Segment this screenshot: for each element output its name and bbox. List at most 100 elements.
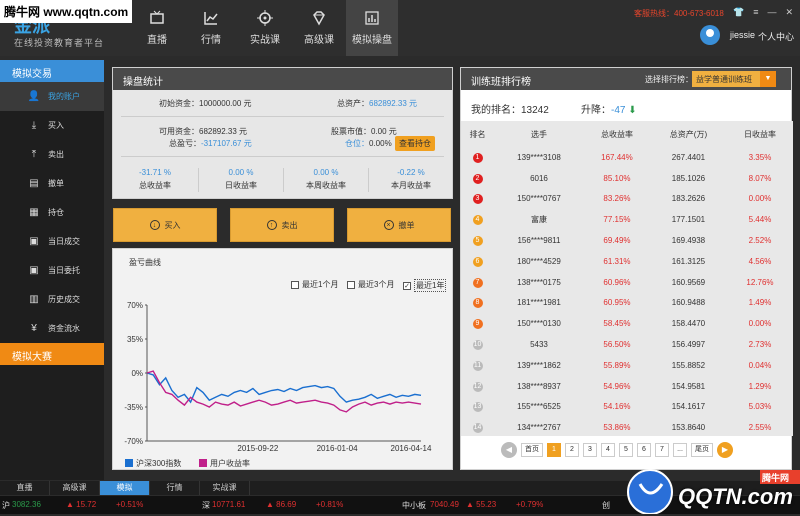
sidebar-section-trading[interactable]: 模拟交易 (0, 60, 104, 82)
chevron-down-icon[interactable]: ▼ (760, 71, 776, 87)
player-name[interactable]: 138****8937 (517, 382, 561, 391)
tab-simulation[interactable]: 模拟 (100, 481, 150, 495)
stats-panel: 操盘统计 初始资金：1000000.00 元 总资产：682892.33 元 可… (112, 67, 453, 199)
ticker-sh-label: 沪 (2, 501, 10, 510)
view-holdings-button[interactable]: 查看持仓 (395, 136, 435, 151)
col-rank[interactable]: 排名 (461, 121, 494, 147)
player-name[interactable]: 155****6525 (517, 402, 561, 411)
checkbox[interactable] (347, 280, 355, 289)
option-1-year[interactable]: ✓ 最近1年 (403, 279, 447, 292)
minimize-icon[interactable]: — (767, 7, 776, 18)
table-row[interactable]: 13 155****6525 54.16% 154.1617 5.03% (461, 397, 793, 418)
page-1[interactable]: 1 (547, 443, 561, 457)
sidebar-item-holdings[interactable]: ▦ 持仓 (0, 198, 104, 227)
sidebar-item-sell[interactable]: ⤒ 卖出 (0, 140, 104, 169)
watermark: 腾牛网 www.qqtn.com (0, 0, 133, 23)
nav-practice[interactable]: 实战课 (238, 0, 292, 56)
avatar[interactable] (700, 25, 720, 45)
nav-market[interactable]: 行情 (184, 0, 238, 56)
table-row[interactable]: 14 134****2767 53.86% 153.8640 2.55% (461, 417, 793, 438)
sidebar-item-cancel[interactable]: ▤ 撤单 (0, 169, 104, 198)
checkbox[interactable] (291, 280, 299, 289)
player-name[interactable]: 6016 (530, 174, 548, 183)
table-row[interactable]: 9 150****0130 58.45% 158.4470 0.00% (461, 313, 793, 334)
player-name[interactable]: 150****0767 (517, 194, 561, 203)
user-center-link[interactable]: 个人中心 (758, 30, 794, 43)
table-row[interactable]: 2 6016 85.10% 185.1026 8.07% (461, 168, 793, 189)
sidebar-item-buy[interactable]: ⤓ 买入 (0, 111, 104, 140)
buy-button[interactable]: ↓ 买入 (113, 208, 217, 242)
watermark-text: QQTN.com (678, 484, 793, 509)
page-2[interactable]: 2 (565, 443, 579, 457)
table-row[interactable]: 4 富康 77.15% 177.1501 5.44% (461, 209, 793, 230)
table-row[interactable]: 3 150****0767 83.26% 183.2626 0.00% (461, 189, 793, 210)
username[interactable]: jiessie (730, 30, 755, 40)
sidebar-item-label: 持仓 (48, 208, 64, 217)
sidebar-item-account[interactable]: 👤 我的账户 (0, 82, 104, 111)
option-3-months[interactable]: 最近3个月 (347, 279, 394, 290)
nav-simulation[interactable]: 模拟操盘 (346, 0, 398, 56)
prev-page-icon[interactable]: ◀ (501, 442, 517, 458)
option-1-month[interactable]: 最近1个月 (291, 279, 338, 290)
sidebar-item-history[interactable]: ▥ 历史成交 (0, 285, 104, 314)
total-pnl: 总盈亏：-317107.67 元 (169, 139, 252, 148)
sidebar-item-today-orders[interactable]: ▣ 当日委托 (0, 256, 104, 285)
page-6[interactable]: 6 (637, 443, 651, 457)
player-name[interactable]: 5433 (530, 340, 548, 349)
checkbox[interactable]: ✓ (403, 281, 411, 290)
sell-button[interactable]: ↑ 卖出 (230, 208, 334, 242)
cancel-label: 撤单 (398, 220, 415, 230)
player-name[interactable]: 180****4529 (517, 257, 561, 266)
page-last[interactable]: 尾页 (691, 443, 713, 457)
table-row[interactable]: 5 156****9811 69.49% 169.4938 2.52% (461, 230, 793, 251)
page-first[interactable]: 首页 (521, 443, 543, 457)
table-cell: 3 (461, 189, 494, 210)
total-return: 69.49% (603, 236, 631, 246)
table-row[interactable]: 12 138****8937 54.96% 154.9581 1.29% (461, 376, 793, 397)
col-total-return[interactable]: 总收益率 (584, 121, 650, 147)
shirt-icon[interactable]: 👕 (733, 7, 744, 18)
menu-icon[interactable]: ≡ (753, 7, 758, 18)
col-total-assets[interactable]: 总资产(万) (650, 121, 727, 147)
col-player[interactable]: 选手 (494, 121, 584, 147)
page-7[interactable]: 7 (655, 443, 669, 457)
table-cell: 4 (461, 209, 494, 230)
sidebar-item-today-deals[interactable]: ▣ 当日成交 (0, 227, 104, 256)
table-row[interactable]: 8 181****1981 60.95% 160.9488 1.49% (461, 293, 793, 314)
page-5[interactable]: 5 (619, 443, 633, 457)
player-name[interactable]: 富康 (531, 215, 547, 224)
cancel-order-button[interactable]: × 撤单 (347, 208, 451, 242)
tab-practice[interactable]: 实战课 (200, 481, 250, 495)
total-return: 56.50% (603, 340, 631, 350)
table-row[interactable]: 7 138****0175 60.96% 160.9569 12.76% (461, 272, 793, 293)
player-name[interactable]: 139****1862 (517, 361, 561, 370)
page-4[interactable]: 4 (601, 443, 615, 457)
player-name[interactable]: 181****1981 (517, 298, 561, 307)
sidebar-item-cashflow[interactable]: ¥ 资金流水 (0, 314, 104, 343)
series-line-1 (146, 372, 422, 404)
player-name[interactable]: 139****3108 (517, 153, 561, 162)
table-row[interactable]: 1 139****3108 167.44% 267.4401 3.35% (461, 147, 793, 168)
page-3[interactable]: 3 (583, 443, 597, 457)
table-cell: 134****2767 (494, 417, 584, 438)
tab-advanced[interactable]: 高级课 (50, 481, 100, 495)
table-row[interactable]: 10 5433 56.50% 156.4997 2.73% (461, 334, 793, 355)
ticker-sme-change: ▲ 55.23 (466, 500, 497, 509)
nav-live[interactable]: 直播 (130, 0, 184, 56)
sidebar-section-contest[interactable]: 模拟大赛 (0, 343, 104, 365)
tab-market[interactable]: 行情 (150, 481, 200, 495)
player-name[interactable]: 138****0175 (517, 278, 561, 287)
player-name[interactable]: 150****0130 (517, 319, 561, 328)
player-name[interactable]: 134****2767 (517, 423, 561, 432)
table-cell: 154.1617 (650, 397, 727, 418)
player-name[interactable]: 156****9811 (517, 236, 560, 245)
tab-live[interactable]: 直播 (0, 481, 50, 495)
table-cell: 156.4997 (650, 334, 727, 355)
col-daily-return[interactable]: 日收益率 (727, 121, 793, 147)
table-row[interactable]: 6 180****4529 61.31% 161.3125 4.56% (461, 251, 793, 272)
ranking-select[interactable]: 益学普通训练班 ▼ (692, 71, 776, 87)
next-page-icon[interactable]: ▶ (717, 442, 733, 458)
table-row[interactable]: 11 139****1862 55.89% 155.8852 0.04% (461, 355, 793, 376)
nav-advanced[interactable]: 高级课 (292, 0, 346, 56)
close-icon[interactable]: ✕ (785, 7, 793, 18)
